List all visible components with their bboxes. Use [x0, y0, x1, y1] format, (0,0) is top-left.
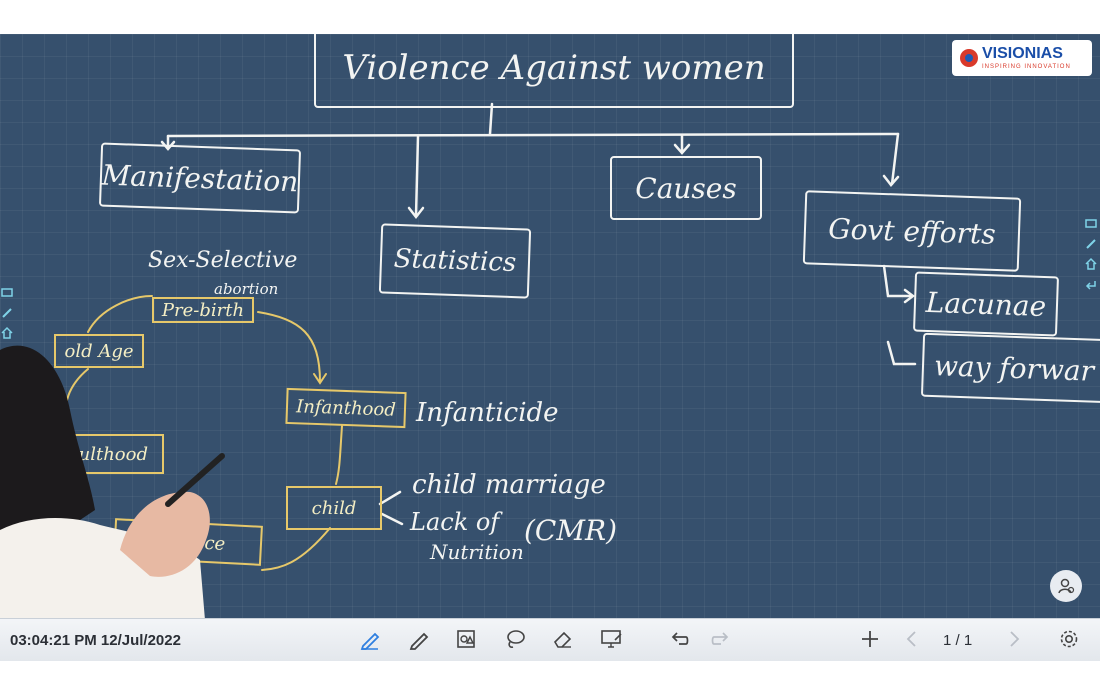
left-side-toolbar — [0, 286, 16, 340]
pre-birth-stage: Pre-birth — [152, 297, 254, 323]
adolescence-stage: adols ce — [113, 518, 263, 566]
shapes-icon — [457, 630, 475, 648]
nutrition-note: Nutrition — [430, 540, 524, 564]
statistics-label: Statistics — [393, 243, 517, 279]
screen-capture-icon — [601, 630, 622, 648]
title-box: Violence Against women — [314, 34, 794, 108]
lasso-icon — [507, 630, 525, 648]
pen-tool-button[interactable] — [356, 625, 384, 653]
branch-bar-line — [166, 132, 900, 138]
lacunae-box: Lacunae — [912, 271, 1060, 337]
screen-capture-button[interactable] — [598, 625, 626, 653]
settings-icon — [1060, 630, 1078, 648]
adulthood-label: ulthood — [78, 443, 148, 465]
pencil-tool-button[interactable] — [405, 625, 433, 653]
logo-tagline: INSPIRING INNOVATION — [982, 64, 1071, 70]
child-marriage-note: child marriage — [412, 470, 606, 500]
adolescence-label: adols ce — [150, 529, 226, 555]
child-label: child — [311, 497, 357, 519]
add-page-button[interactable] — [856, 625, 884, 653]
infanthood-label: Infanthood — [295, 395, 397, 421]
statistics-box: Statistics — [378, 223, 532, 299]
way-forward-label: way forwar — [933, 348, 1095, 388]
causes-box: Causes — [610, 156, 762, 220]
settings-button[interactable] — [1055, 625, 1083, 653]
pre-birth-label: Pre-birth — [161, 299, 245, 321]
old-age-stage: old Age — [54, 334, 144, 368]
logo-mark-icon — [960, 49, 978, 67]
abortion-note: abortion — [214, 280, 279, 298]
lasso-tool-button[interactable] — [501, 625, 529, 653]
lack-of-nutrition-arrow — [380, 512, 404, 526]
next-page-icon — [1010, 631, 1020, 647]
pencil-icon — [409, 632, 429, 650]
title-stem-line — [488, 102, 494, 136]
way-forward-box: way forwar — [920, 332, 1100, 404]
return-icon[interactable] — [1084, 277, 1098, 291]
causes-label: Causes — [635, 171, 737, 205]
lacunae-label: Lacunae — [925, 285, 1047, 323]
way-forward-connector — [886, 340, 917, 366]
prev-page-button[interactable] — [898, 625, 926, 653]
logo-name: VISIONIAS — [982, 45, 1063, 62]
user-icon — [1058, 578, 1075, 594]
prev-page-icon — [906, 631, 916, 647]
eraser-icon — [553, 631, 572, 648]
govt-efforts-label: Govt efforts — [827, 211, 997, 251]
old-age-label: old Age — [64, 340, 134, 362]
whiteboard-canvas[interactable]: Violence Against women Manifestation Sta… — [0, 34, 1100, 618]
redo-button[interactable] — [706, 625, 734, 653]
infanticide-note: Infanticide — [416, 398, 559, 428]
user-profile-button[interactable] — [1050, 570, 1082, 602]
screen-icon[interactable] — [1084, 217, 1098, 231]
undo-icon — [671, 632, 689, 645]
board-title: Violence Against women — [342, 48, 766, 88]
child-stage: child — [286, 486, 382, 530]
adulthood-stage: ulthood — [40, 434, 164, 474]
redo-icon — [711, 632, 729, 645]
recording-timestamp: 03:04:21 PM 12/Jul/2022 — [10, 632, 181, 649]
home-icon[interactable] — [1084, 257, 1098, 271]
statistics-arrow — [414, 134, 420, 218]
screen-icon[interactable] — [0, 286, 14, 300]
manifestation-box: Manifestation — [98, 142, 302, 214]
govt-efforts-box: Govt efforts — [802, 190, 1022, 272]
home-icon[interactable] — [0, 326, 14, 340]
cmr-note: (CMR) — [524, 514, 618, 547]
child-marriage-arrow — [378, 490, 402, 506]
manifestation-label: Manifestation — [101, 158, 299, 198]
page-indicator: 1 / 1 — [943, 632, 973, 649]
sex-selective-note: Sex-Selective — [148, 248, 298, 273]
add-page-icon — [862, 631, 878, 647]
next-page-button[interactable] — [1000, 625, 1028, 653]
shapes-tool-button[interactable] — [452, 625, 480, 653]
visionias-logo: VISIONIAS INSPIRING INNOVATION — [952, 40, 1092, 76]
infanthood-stage: Infanthood — [285, 387, 407, 429]
lack-of-note: Lack of — [410, 508, 500, 536]
right-side-toolbar — [1084, 217, 1100, 291]
pen-icon[interactable] — [0, 306, 14, 320]
undo-button[interactable] — [666, 625, 694, 653]
pen-icon[interactable] — [1084, 237, 1098, 251]
pen-icon — [360, 632, 380, 650]
eraser-tool-button[interactable] — [549, 625, 577, 653]
